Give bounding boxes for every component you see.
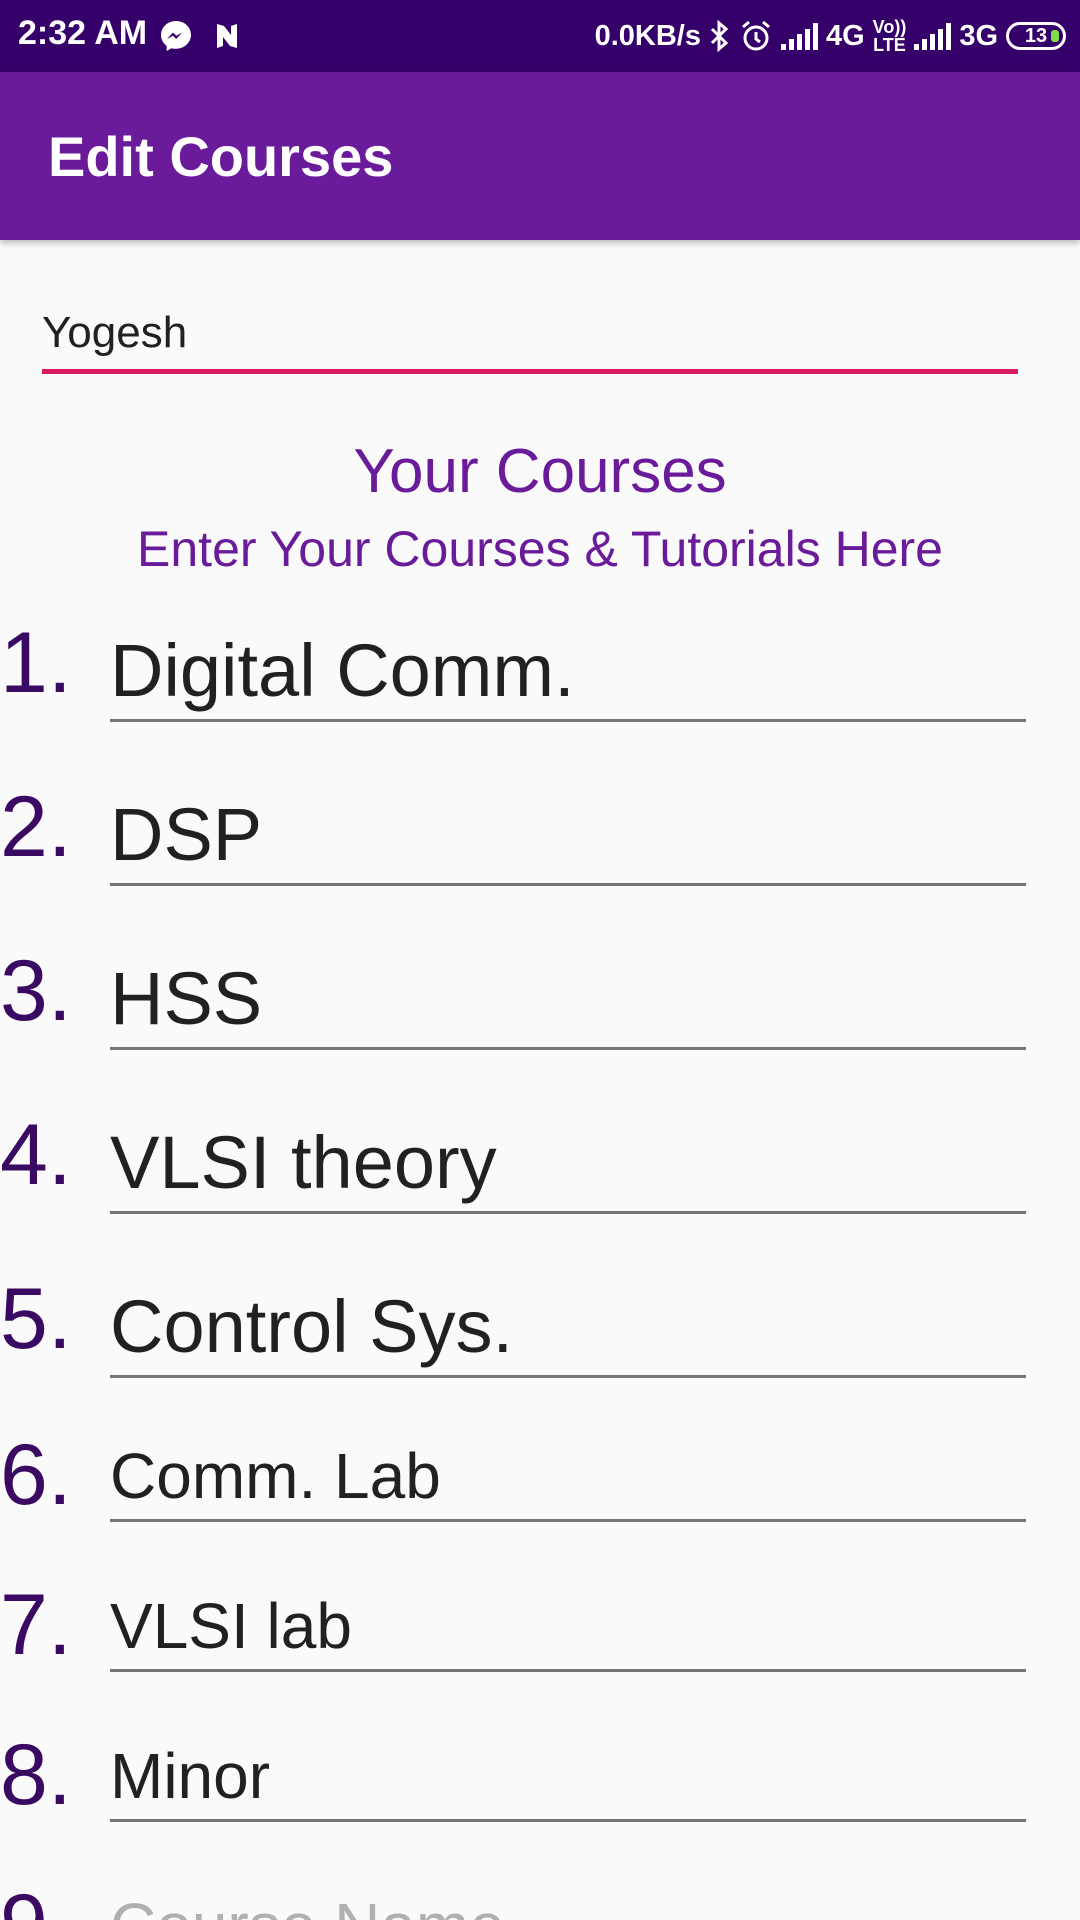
course-number: 1. xyxy=(0,615,72,711)
course-input-6[interactable] xyxy=(110,1432,1026,1522)
courses-subheading: Enter Your Courses & Tutorials Here xyxy=(137,521,943,577)
net2-label: 3G xyxy=(959,19,998,52)
course-number: 9. xyxy=(0,1882,72,1920)
status-bar: 2:32 AM 0.0KB/s 4G Vo)) LTE 3G 13 xyxy=(0,0,1080,72)
course-input-8[interactable] xyxy=(110,1732,1026,1822)
n-app-icon xyxy=(217,24,237,48)
net-speed: 0.0KB/s xyxy=(594,19,701,52)
battery-level xyxy=(1051,30,1059,42)
net1-label: 4G xyxy=(825,19,865,52)
course-number: 7. xyxy=(0,1577,72,1673)
course-number: 8. xyxy=(0,1727,72,1823)
course-input-7[interactable] xyxy=(110,1582,1026,1672)
courses-heading: Your Courses xyxy=(353,437,727,506)
course-input-1[interactable] xyxy=(110,622,1026,722)
status-right-group: 0.0KB/s 4G Vo)) LTE 3G 13 xyxy=(595,14,1066,58)
course-number: 6. xyxy=(0,1427,72,1523)
course-number: 3. xyxy=(0,943,72,1039)
alarm-icon xyxy=(742,20,770,51)
course-input-9[interactable] xyxy=(110,1882,1026,1920)
course-number: 5. xyxy=(0,1271,72,1367)
status-time: 2:32 AM xyxy=(18,14,148,52)
course-input-2[interactable] xyxy=(110,786,1026,886)
bluetooth-icon xyxy=(710,20,729,52)
page-title: Edit Courses xyxy=(48,125,394,188)
course-input-3[interactable] xyxy=(110,950,1026,1050)
course-input-4[interactable] xyxy=(110,1114,1026,1214)
app-bar: Edit Courses xyxy=(0,72,1080,240)
signal-icon xyxy=(914,22,952,50)
name-input[interactable] xyxy=(42,296,1018,374)
course-number: 2. xyxy=(0,779,72,875)
course-number: 4. xyxy=(0,1107,72,1203)
battery-icon: 13 xyxy=(1006,22,1066,50)
signal-icon xyxy=(780,22,818,50)
course-input-5[interactable] xyxy=(110,1278,1026,1378)
volte-icon: Vo)) LTE xyxy=(872,17,907,55)
messenger-icon xyxy=(161,21,191,51)
